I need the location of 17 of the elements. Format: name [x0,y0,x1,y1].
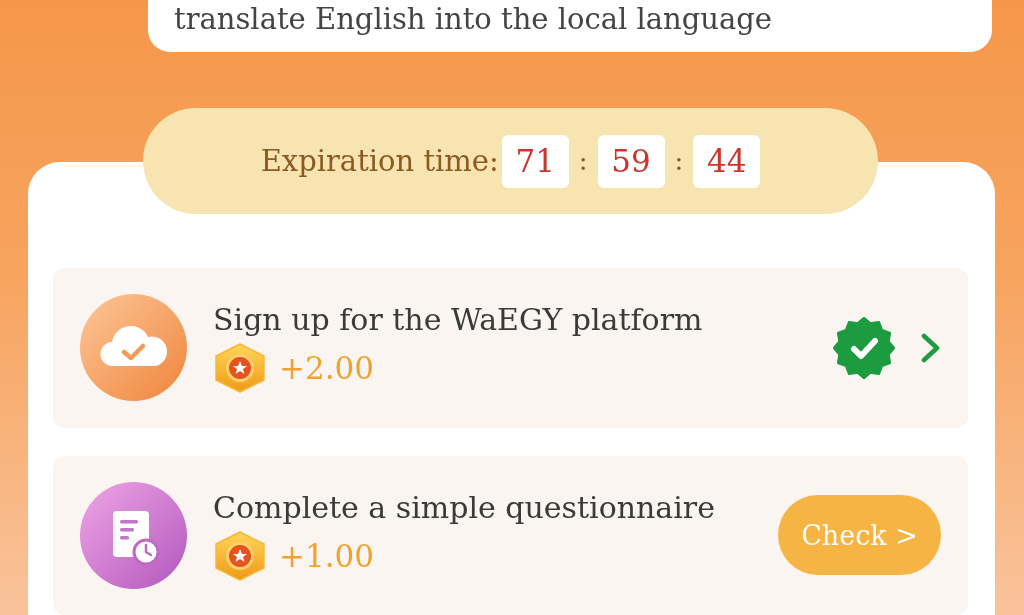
medal-star-icon [213,343,267,394]
reward-amount: +1.00 [279,537,374,574]
countdown-label: Expiration time: [260,144,499,178]
time-separator: : [674,146,684,176]
time-segment: 44 [693,134,761,188]
check-button[interactable]: Check > [778,495,941,576]
medal-star-icon [213,530,267,581]
time-separator: : [578,146,588,176]
cloud-check-icon [80,294,187,402]
chevron-right-icon[interactable] [921,332,941,363]
task-title: Complete a simple questionnaire [213,489,715,525]
reward-amount: +2.00 [279,350,374,387]
description-text: translate English into the local language [174,2,772,36]
time-segment: 71 [501,134,569,188]
task-title: Sign up for the WaEGY platform [213,302,703,338]
time-segment: 59 [597,134,665,188]
document-clock-icon [80,481,187,589]
